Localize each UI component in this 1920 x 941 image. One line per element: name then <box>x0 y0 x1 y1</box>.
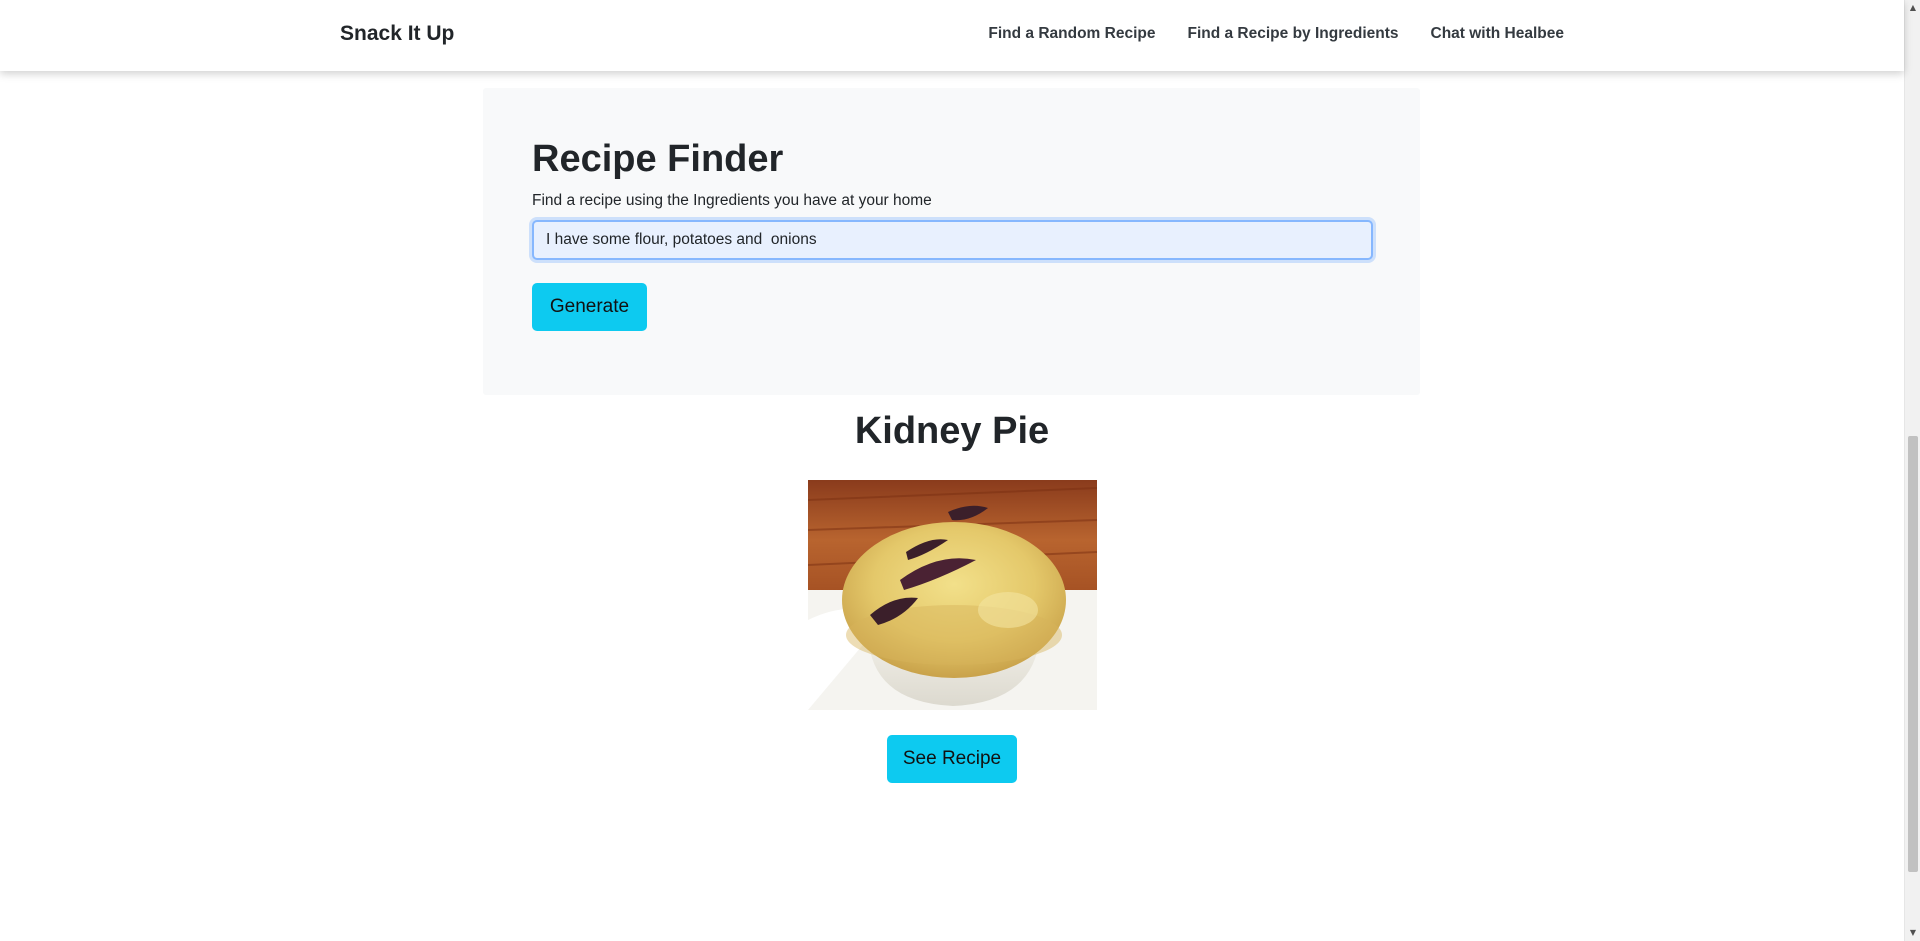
nav-link-chat-healbee[interactable]: Chat with Healbee <box>1431 25 1565 43</box>
nav-link-recipe-by-ingredients[interactable]: Find a Recipe by Ingredients <box>1187 25 1398 43</box>
recipe-photo <box>808 480 1097 710</box>
result-title: Kidney Pie <box>854 410 1050 452</box>
scrollbar-thumb[interactable] <box>1908 436 1918 872</box>
recipe-finder-card: Recipe Finder Find a recipe using the In… <box>483 88 1420 395</box>
see-recipe-button[interactable]: See Recipe <box>887 735 1017 783</box>
nav-link-random-recipe[interactable]: Find a Random Recipe <box>988 25 1155 43</box>
page-scrollbar[interactable]: ▲ ▼ <box>1904 0 1920 941</box>
chevron-down-icon[interactable]: ▼ <box>1905 925 1920 941</box>
brand-logo[interactable]: Snack It Up <box>340 22 454 46</box>
finder-title: Recipe Finder <box>532 138 784 180</box>
top-navbar: Snack It Up Find a Random Recipe Find a … <box>0 0 1904 71</box>
ingredients-input[interactable] <box>532 220 1373 260</box>
generate-button[interactable]: Generate <box>532 283 647 331</box>
nav-links: Find a Random Recipe Find a Recipe by In… <box>988 25 1564 43</box>
page: Snack It Up Find a Random Recipe Find a … <box>0 0 1920 941</box>
finder-subtitle: Find a recipe using the Ingredients you … <box>532 192 932 209</box>
chevron-up-icon[interactable]: ▲ <box>1905 0 1920 16</box>
